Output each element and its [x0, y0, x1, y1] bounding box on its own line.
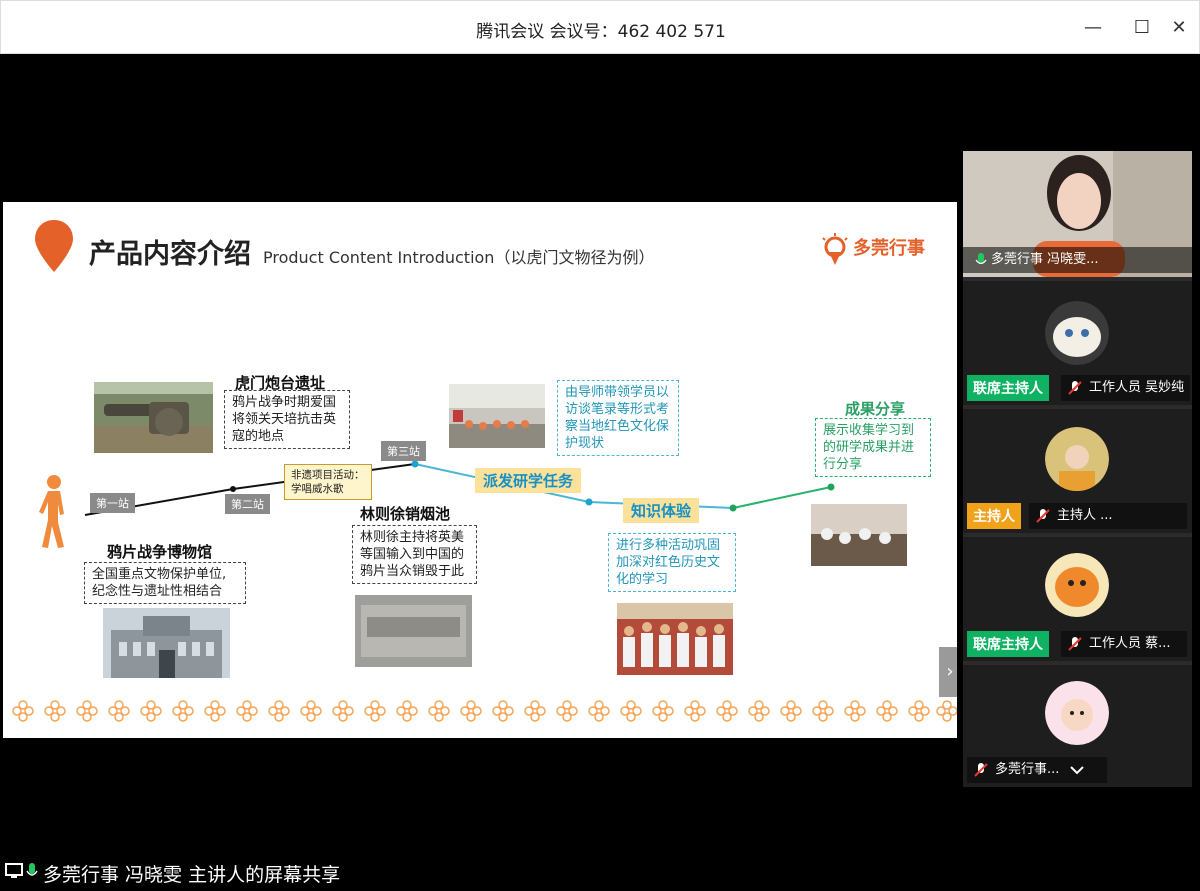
close-button[interactable]: ✕ [1166, 15, 1192, 41]
cannon-photo [94, 382, 213, 453]
role-badge-cohost: 联席主持人 [967, 631, 1049, 657]
host-avatar [1045, 427, 1109, 491]
humen-fort-desc: 鸦片战争时期爱国将领关天培抗击英寇的地点 [224, 390, 350, 449]
station-label-3: 第三站 [381, 441, 426, 461]
share-desc: 展示收集学习到的研学成果并进行分享 [815, 418, 931, 477]
participant-tile-5[interactable]: 多莞行事... [963, 665, 1192, 787]
meeting-window: 腾讯会议 会议号：462 402 571 — ☐ ✕ 产品内容介绍 Produc… [0, 0, 1200, 891]
title-bar: 腾讯会议 会议号：462 402 571 — ☐ ✕ [0, 0, 1200, 54]
participant-tile-1[interactable]: 多莞行事 冯晓雯... [963, 151, 1192, 277]
window-title: 腾讯会议 会议号：462 402 571 [476, 22, 726, 42]
maximize-button[interactable]: ☐ [1129, 15, 1155, 41]
baby-avatar [1045, 681, 1109, 745]
station-label-1: 第一站 [90, 493, 135, 513]
mic-muted-icon [974, 763, 988, 777]
experience-desc: 进行多种活动巩固加深对红色历史文化的学习 [608, 533, 736, 592]
participant-name-3: 主持人 ... [1029, 503, 1187, 529]
participant-tile-3[interactable]: 主持人 主持人 ... [963, 409, 1192, 533]
task-tag: 派发研学任务 [475, 468, 582, 493]
participant-name-1: 多莞行事 冯晓雯... [963, 247, 1192, 273]
mic-muted-icon [1068, 381, 1082, 395]
museum-photo [103, 608, 230, 678]
slide-next-arrow[interactable]: › [939, 647, 957, 697]
walking-person-icon [39, 475, 64, 548]
mic-icon [975, 253, 987, 265]
minimize-button[interactable]: — [1080, 15, 1106, 41]
classroom-photo [811, 504, 907, 566]
charmander-avatar [1045, 553, 1109, 617]
mic-icon [26, 863, 38, 876]
cat-avatar [1045, 301, 1109, 365]
participant-panel: 多莞行事 冯晓雯... 联席主持人 工作人员 吴妙纯 主持人 主持人 ... 联… [963, 151, 1192, 787]
experience-tag: 知识体验 [623, 498, 700, 523]
share-title: 成果分享 [845, 400, 906, 418]
mic-muted-icon [1068, 637, 1082, 651]
screen-share-label: 多莞行事 冯晓雯 主讲人的屏幕共享 [43, 864, 341, 886]
shared-slide: 产品内容介绍 Product Content Introduction（以虎门文… [3, 202, 957, 738]
opium-museum-title: 鸦片战争博物馆 [107, 543, 213, 561]
activity-box: 非遗项目活动：学唱威水歌 [284, 464, 372, 500]
linzexu-pool-desc: 林则徐主持将英美等国输入到中国的鸦片当众销毁于此 [352, 525, 477, 584]
task-desc: 由导师带领学员以访谈笔录等形式考察当地红色文化保护现状 [557, 380, 679, 456]
linzexu-pool-title: 林则徐销烟池 [360, 505, 451, 523]
group-outdoor-photo [449, 384, 545, 448]
station-label-2: 第二站 [225, 494, 270, 514]
group-indoor-photo [617, 603, 733, 675]
chevron-down-icon[interactable] [1069, 764, 1085, 776]
opium-museum-desc: 全国重点文物保护单位,纪念性与遗址性相结合 [84, 562, 246, 604]
participant-tile-4[interactable]: 联席主持人 工作人员 蔡... [963, 537, 1192, 661]
role-badge-cohost: 联席主持人 [967, 375, 1049, 401]
decorative-pattern-border [12, 700, 957, 722]
participant-tile-2[interactable]: 联席主持人 工作人员 吴妙纯 [963, 281, 1192, 405]
monument-photo [355, 595, 472, 667]
role-badge-host: 主持人 [967, 503, 1021, 529]
screen-share-icon [5, 863, 23, 878]
mic-muted-icon [1036, 509, 1050, 523]
